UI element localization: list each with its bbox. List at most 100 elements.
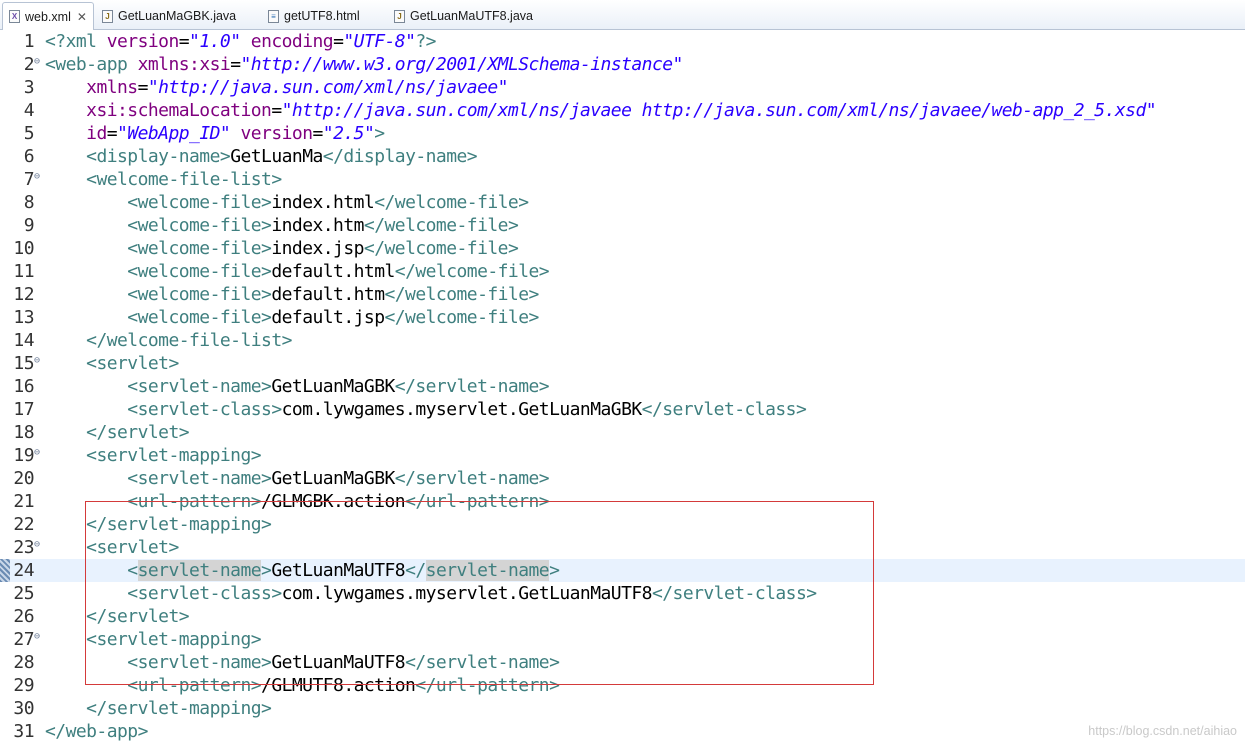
code-token: "UTF-8" <box>343 31 416 52</box>
code-token: </welcome-file> <box>363 238 519 259</box>
code-text: id="WebApp_ID" version="2.5"> <box>45 122 385 145</box>
code-token: ?> <box>415 31 436 52</box>
code-line[interactable]: 12 <welcome-file>default.htm</welcome-fi… <box>0 283 1245 306</box>
code-text: xsi:schemaLocation="http://java.sun.com/… <box>45 99 1156 122</box>
code-line[interactable]: 24 <servlet-name>GetLuanMaUTF8</servlet-… <box>0 559 1245 582</box>
fold-toggle-icon[interactable]: ⊖ <box>34 625 40 648</box>
fold-toggle-icon[interactable]: ⊖ <box>34 165 40 188</box>
code-line[interactable]: 6 <display-name>GetLuanMa</display-name> <box>0 145 1245 168</box>
code-text: </servlet-mapping> <box>45 697 272 720</box>
code-line[interactable]: 16 <servlet-name>GetLuanMaGBK</servlet-n… <box>0 375 1245 398</box>
code-text: <web-app xmlns:xsi="http://www.w3.org/20… <box>45 53 683 76</box>
line-number: 25 <box>13 583 34 604</box>
code-line[interactable]: 14 </welcome-file-list> <box>0 329 1245 352</box>
tab-web-xml[interactable]: X web.xml ✕ <box>2 2 94 30</box>
tab-getluanmautf8-java[interactable]: J GetLuanMaUTF8.java <box>388 3 539 29</box>
code-token: com.lywgames.myservlet.GetLuanMaUTF8 <box>281 583 653 604</box>
code-token: <servlet-class> <box>127 399 282 420</box>
tab-label: GetLuanMaGBK.java <box>118 9 237 23</box>
code-token: index.jsp <box>271 238 364 259</box>
code-token: </servlet-mapping> <box>86 514 272 535</box>
code-token: /GLMUTF8.action <box>261 675 416 696</box>
code-line[interactable]: 8 <welcome-file>index.html</welcome-file… <box>0 191 1245 214</box>
code-line[interactable]: 3 xmlns="http://java.sun.com/xml/ns/java… <box>0 76 1245 99</box>
line-number: 12 <box>13 284 34 305</box>
code-line[interactable]: 23 ⊖ <servlet> <box>0 536 1245 559</box>
code-line[interactable]: 4 xsi:schemaLocation="http://java.sun.co… <box>0 99 1245 122</box>
code-text: <servlet-name>GetLuanMaUTF8</servlet-nam… <box>45 651 560 674</box>
close-icon[interactable]: ✕ <box>77 10 87 24</box>
code-token: <welcome-file> <box>127 215 272 236</box>
code-token: version <box>240 123 313 144</box>
code-line[interactable]: 25 <servlet-class>com.lywgames.myservlet… <box>0 582 1245 605</box>
line-number: 10 <box>13 238 34 259</box>
code-line[interactable]: 28 <servlet-name>GetLuanMaUTF8</servlet-… <box>0 651 1245 674</box>
code-token: </welcome-file> <box>374 192 529 213</box>
code-line[interactable]: 9 <welcome-file>index.htm</welcome-file> <box>0 214 1245 237</box>
java-file-icon: J <box>102 9 113 23</box>
code-token: index.html <box>271 192 375 213</box>
code-token: </web-app> <box>45 721 148 742</box>
code-text: </servlet> <box>45 421 189 444</box>
code-line[interactable]: 1 <?xml version="1.0" encoding="UTF-8"?> <box>0 30 1245 53</box>
code-line[interactable]: 18 </servlet> <box>0 421 1245 444</box>
code-line[interactable]: 20 <servlet-name>GetLuanMaGBK</servlet-n… <box>0 467 1245 490</box>
fold-toggle-icon[interactable]: ⊖ <box>34 441 40 464</box>
code-token: </welcome-file> <box>384 307 539 328</box>
code-line[interactable]: 13 <welcome-file>default.jsp</welcome-fi… <box>0 306 1245 329</box>
tab-getutf8-html[interactable]: ≡ getUTF8.html <box>262 3 366 29</box>
line-number: 3 <box>23 77 35 98</box>
code-token: <servlet-class> <box>127 583 282 604</box>
line-number: 30 <box>13 698 34 719</box>
code-line[interactable]: 21 <url-pattern>/GLMGBK.action</url-patt… <box>0 490 1245 513</box>
code-line[interactable]: 26 </servlet> <box>0 605 1245 628</box>
code-line[interactable]: 11 <welcome-file>default.html</welcome-f… <box>0 260 1245 283</box>
code-line[interactable]: 27 ⊖ <servlet-mapping> <box>0 628 1245 651</box>
code-line[interactable]: 2 ⊖ <web-app xmlns:xsi="http://www.w3.org/… <box>0 53 1245 76</box>
code-token: <servlet-name> <box>127 468 272 489</box>
line-number: 14 <box>13 330 34 351</box>
line-number: 4 <box>23 100 35 121</box>
code-text: </servlet> <box>45 605 189 628</box>
code-line[interactable]: 31 </web-app> <box>0 720 1245 743</box>
fold-toggle-icon[interactable]: ⊖ <box>34 533 40 556</box>
tab-getluanmagbk-java[interactable]: J GetLuanMaGBK.java <box>96 3 242 29</box>
line-number: 16 <box>13 376 34 397</box>
code-line[interactable]: 7 ⊖ <welcome-file-list> <box>0 168 1245 191</box>
code-token: "http://java.sun.com/xml/ns/javaee" <box>147 77 509 98</box>
code-token: = <box>230 54 241 75</box>
fold-toggle-icon[interactable]: ⊖ <box>34 349 40 372</box>
fold-toggle-icon[interactable]: ⊖ <box>34 50 40 73</box>
code-line[interactable]: 19 ⊖ <servlet-mapping> <box>0 444 1245 467</box>
code-token: GetLuanMaUTF8 <box>271 652 406 673</box>
code-line[interactable]: 17 <servlet-class>com.lywgames.myservlet… <box>0 398 1245 421</box>
code-token: <welcome-file> <box>127 307 272 328</box>
code-line[interactable]: 22 </servlet-mapping> <box>0 513 1245 536</box>
line-number: 28 <box>13 652 34 673</box>
code-token: </display-name> <box>322 146 478 167</box>
code-token: <? <box>45 31 66 52</box>
line-number: 21 <box>13 491 34 512</box>
code-token: <welcome-file> <box>127 261 272 282</box>
line-number: 26 <box>13 606 34 627</box>
code-text: <welcome-file>index.htm</welcome-file> <box>45 214 518 237</box>
code-line[interactable]: 5 id="WebApp_ID" version="2.5"> <box>0 122 1245 145</box>
code-line[interactable]: 10 <welcome-file>index.jsp</welcome-file… <box>0 237 1245 260</box>
code-line[interactable]: 29 <url-pattern>/GLMUTF8.action</url-pat… <box>0 674 1245 697</box>
code-line[interactable]: 30 </servlet-mapping> <box>0 697 1245 720</box>
code-line[interactable]: 15 ⊖ <servlet> <box>0 352 1245 375</box>
code-editor[interactable]: 1 <?xml version="1.0" encoding="UTF-8"?> 2… <box>0 30 1245 742</box>
code-token: </servlet-name> <box>394 468 550 489</box>
